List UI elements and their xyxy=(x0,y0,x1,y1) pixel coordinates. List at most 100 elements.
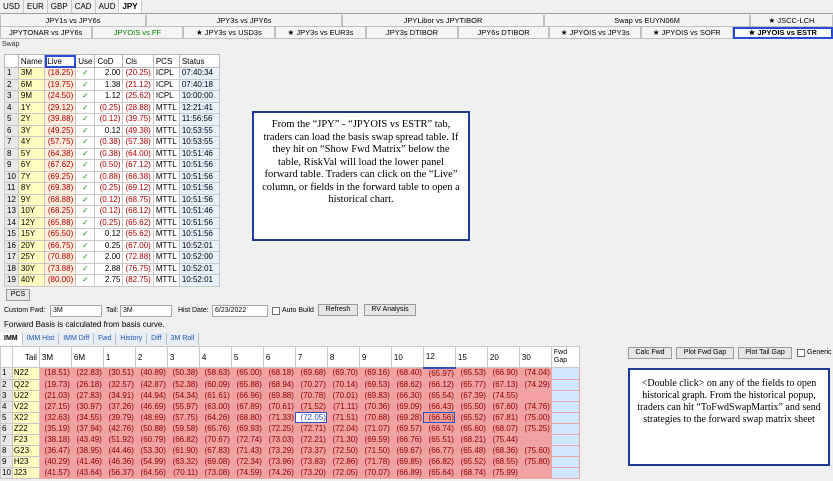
fwd-cell[interactable]: (74.76) xyxy=(518,400,552,413)
fwd-cell[interactable]: (66.90) xyxy=(486,367,520,380)
fwd-cell[interactable]: (42.87) xyxy=(134,378,168,391)
fwd-col-header[interactable]: 1 xyxy=(102,346,136,368)
generic-checkbox[interactable] xyxy=(797,349,805,357)
fwd-cell[interactable]: (69.67) xyxy=(390,444,424,457)
tab-view-history[interactable]: History xyxy=(116,333,148,345)
fwd-cell[interactable]: (69.53) xyxy=(358,378,392,391)
fwd-cell[interactable]: (70.01) xyxy=(326,389,360,402)
fwd-cell[interactable]: (32.63) xyxy=(38,411,72,424)
fwd-cell[interactable]: (72.50) xyxy=(326,444,360,457)
fwd-cell[interactable]: (72.05) xyxy=(294,411,328,424)
swap-live-value[interactable]: (80.00) xyxy=(44,274,77,287)
fwd-cell[interactable]: (61.90) xyxy=(166,444,200,457)
fwd-cell[interactable]: (65.00) xyxy=(230,367,264,380)
swap-live-value[interactable]: (29.12) xyxy=(44,101,77,114)
fwd-cell[interactable]: (71.78) xyxy=(358,455,392,468)
fwd-cell[interactable]: (69.88) xyxy=(262,389,296,402)
swap-use-check[interactable]: ✓ xyxy=(75,228,96,241)
fwd-col-header[interactable]: 6M xyxy=(70,346,104,368)
fwd-cell[interactable]: (34.55) xyxy=(70,411,104,424)
fwd-cell[interactable]: (71.43) xyxy=(230,444,264,457)
plot-tail-gap-button[interactable]: Plot Tail Gap xyxy=(738,347,792,359)
fwd-cell[interactable]: (68.55) xyxy=(486,455,520,468)
tab-pair-r2-6[interactable]: JPY6s DTIBOR xyxy=(457,27,550,39)
fwd-cell[interactable]: (69.16) xyxy=(358,367,392,380)
swap-use-check[interactable]: ✓ xyxy=(75,90,96,103)
fwd-cell[interactable]: (68.21) xyxy=(454,433,488,446)
fwd-cell[interactable]: (68.18) xyxy=(262,367,296,380)
swap-live-value[interactable]: (57.75) xyxy=(44,136,77,149)
swap-live-value[interactable]: (64.38) xyxy=(44,147,77,160)
fwd-cell[interactable]: (39.79) xyxy=(102,411,136,424)
swap-col-header[interactable]: Live xyxy=(44,54,77,68)
fwd-cell[interactable]: (40.29) xyxy=(38,455,72,468)
fwd-cell[interactable]: (51.92) xyxy=(102,433,136,446)
fwd-cell[interactable]: (70.68) xyxy=(358,411,392,424)
swap-live-value[interactable]: (19.75) xyxy=(44,78,77,91)
fwd-cell[interactable]: (65.64) xyxy=(422,466,456,479)
fwd-cell[interactable]: (63.00) xyxy=(198,400,232,413)
tab-ccy-jpy[interactable]: JPY xyxy=(119,0,142,13)
fwd-cell[interactable]: (44.94) xyxy=(134,389,168,402)
tab-view-imm-hist[interactable]: IMM Hist xyxy=(22,333,60,345)
fwd-col-header[interactable]: 12 xyxy=(422,346,456,369)
fwd-cell[interactable]: (69.70) xyxy=(326,367,360,380)
hist-date-input[interactable]: 6/23/2022 xyxy=(212,305,268,317)
fwd-cell[interactable]: (70.78) xyxy=(294,389,328,402)
fwd-cell[interactable]: (30.97) xyxy=(70,400,104,413)
fwd-cell[interactable]: (69.85) xyxy=(390,455,424,468)
fwd-cell[interactable]: (71.33) xyxy=(262,411,296,424)
tab-pair-r2-1[interactable]: JPYTONAR vs JPY6s xyxy=(0,27,92,39)
fwd-cell[interactable]: (67.13) xyxy=(486,378,520,391)
swap-live-value[interactable]: (65.50) xyxy=(44,228,77,241)
fwd-cell[interactable]: (46.69) xyxy=(134,400,168,413)
tab-ccy-cad[interactable]: CAD xyxy=(72,0,96,13)
fwd-cell[interactable]: (75.80) xyxy=(518,455,552,468)
fwd-cell[interactable]: (66.74) xyxy=(422,422,456,435)
fwd-cell[interactable]: (66.56) xyxy=(422,411,456,424)
fwd-cell[interactable]: (73.08) xyxy=(198,466,232,479)
fwd-cell[interactable]: (72.25) xyxy=(262,422,296,435)
fwd-cell[interactable]: (68.07) xyxy=(486,422,520,435)
fwd-cell[interactable]: (30.51) xyxy=(102,367,136,380)
swap-live-value[interactable]: (73.88) xyxy=(44,262,77,275)
swap-use-check[interactable]: ✓ xyxy=(75,205,96,218)
pcs-button[interactable]: PCS xyxy=(6,289,30,301)
rv-analysis-button[interactable]: RV Analysis xyxy=(364,304,416,316)
fwd-cell[interactable]: (57.75) xyxy=(166,411,200,424)
swap-live-value[interactable]: (70.88) xyxy=(44,251,77,264)
fwd-cell[interactable]: (72.04) xyxy=(326,422,360,435)
tab-pair-r2-5[interactable]: JPY3s DTIBOR xyxy=(366,27,458,39)
fwd-cell[interactable]: (54.34) xyxy=(166,389,200,402)
fwd-cell[interactable]: (60.79) xyxy=(134,433,168,446)
fwd-cell[interactable]: (75.99) xyxy=(486,466,520,479)
swap-use-check[interactable]: ✓ xyxy=(75,147,96,160)
fwd-col-header[interactable]: 9 xyxy=(358,346,392,368)
fwd-cell[interactable]: (38.95) xyxy=(70,444,104,457)
fwd-cell[interactable]: (37.94) xyxy=(70,422,104,435)
fwd-cell[interactable]: (73.29) xyxy=(262,444,296,457)
swap-use-check[interactable]: ✓ xyxy=(75,159,96,172)
tab-view-3m-roll[interactable]: 3M Roll xyxy=(166,333,200,345)
fwd-cell[interactable] xyxy=(518,466,552,479)
fwd-cell[interactable]: (43.49) xyxy=(70,433,104,446)
swap-use-check[interactable]: ✓ xyxy=(75,136,96,149)
swap-live-value[interactable]: (65.88) xyxy=(44,216,77,229)
fwd-cell[interactable]: (65.60) xyxy=(454,422,488,435)
fwd-cell[interactable]: (65.54) xyxy=(422,389,456,402)
fwd-cell[interactable]: (66.30) xyxy=(390,389,424,402)
fwd-cell[interactable]: (59.58) xyxy=(166,422,200,435)
fwd-cell[interactable]: (66.96) xyxy=(230,389,264,402)
fwd-cell[interactable]: (42.76) xyxy=(102,422,136,435)
fwd-cell[interactable]: (66.12) xyxy=(422,378,456,391)
fwd-cell[interactable]: (70.36) xyxy=(358,400,392,413)
fwd-cell[interactable]: (55.97) xyxy=(166,400,200,413)
fwd-cell[interactable]: (27.15) xyxy=(38,400,72,413)
tab-pair-r2-9[interactable]: ★ JPYOIS vs ESTR xyxy=(732,27,833,39)
calc-fwd-button[interactable]: Calc Fwd xyxy=(628,347,672,359)
fwd-col-header[interactable]: 3M xyxy=(38,346,72,368)
fwd-cell[interactable]: (70.27) xyxy=(294,378,328,391)
fwd-cell[interactable]: (34.91) xyxy=(102,389,136,402)
fwd-cell[interactable]: (73.96) xyxy=(262,455,296,468)
fwd-cell[interactable]: (66.77) xyxy=(422,444,456,457)
